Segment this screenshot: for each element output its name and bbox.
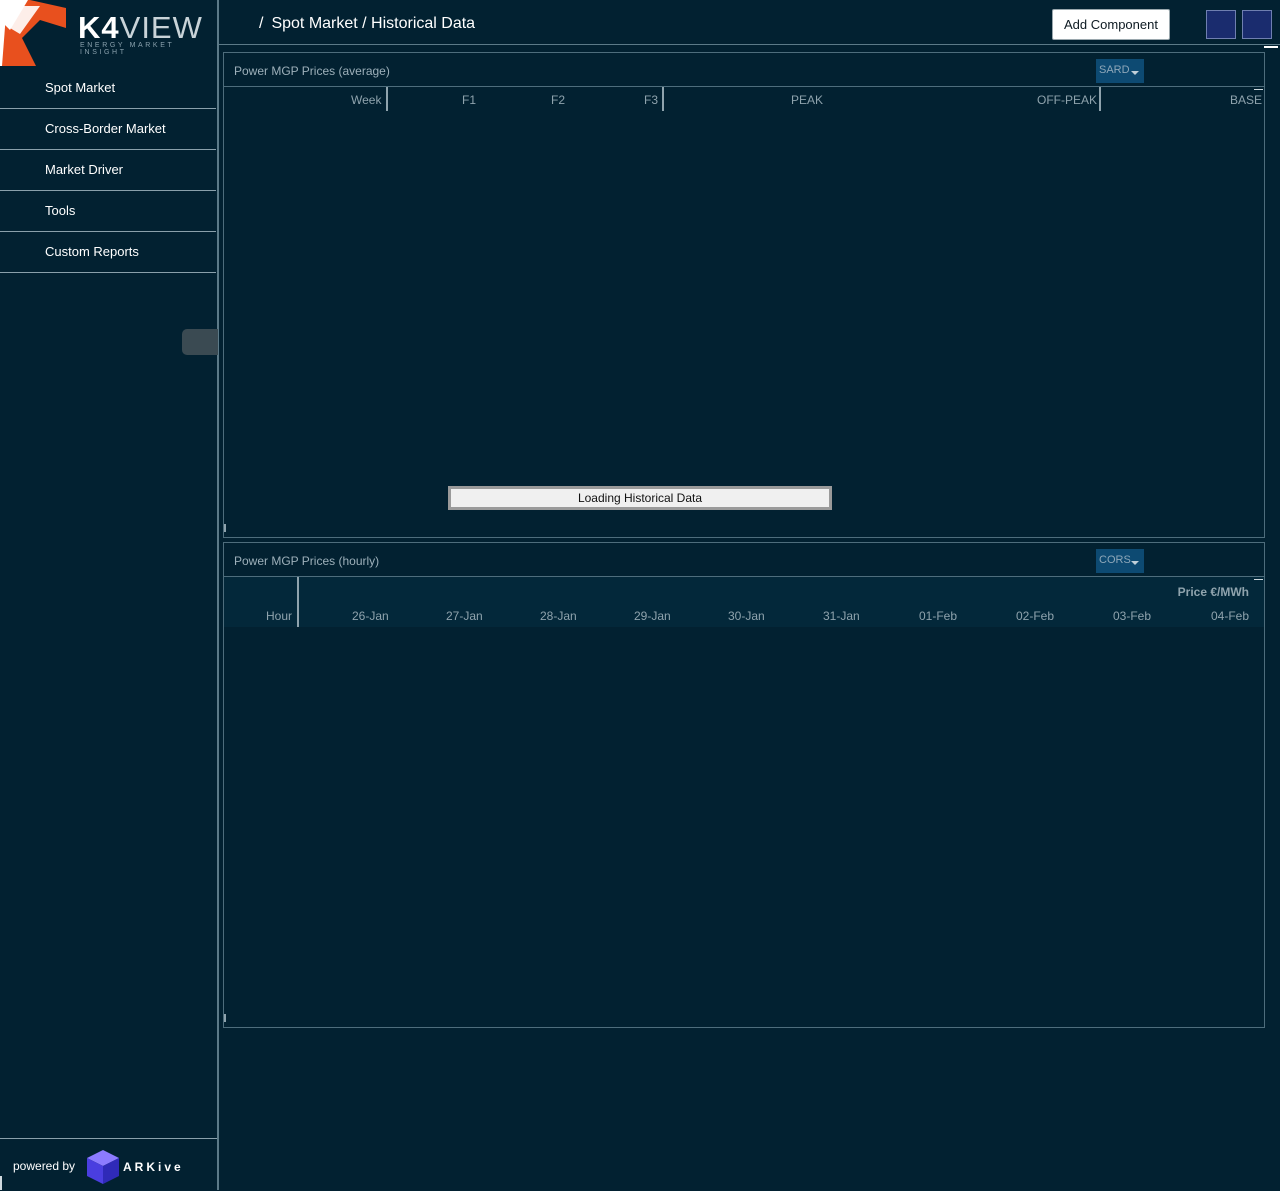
resize-handle[interactable] xyxy=(224,1014,226,1022)
layout-button-2[interactable] xyxy=(1242,10,1272,39)
date-header: 03-Feb xyxy=(1113,609,1152,623)
sidebar-item-spot-market[interactable]: Spot Market xyxy=(0,68,216,109)
sidebar-nav: Spot Market Cross-Border Market Market D… xyxy=(0,68,216,273)
date-header: 30-Jan xyxy=(728,609,765,623)
price-unit-label: Price €/MWh xyxy=(1177,585,1249,599)
column-separator xyxy=(297,577,299,627)
chevron-down-icon xyxy=(1131,71,1139,75)
layout-button-1[interactable] xyxy=(1206,10,1236,39)
sidebar: K4VIEW ENERGY MARKET INSIGHT Spot Market… xyxy=(0,0,219,1190)
sidebar-item-custom-reports[interactable]: Custom Reports xyxy=(0,232,216,273)
panel-hourly-prices: Power MGP Prices (hourly) CORS Price €/M… xyxy=(223,542,1265,1028)
column-separator xyxy=(386,87,388,111)
column-header-peak: PEAK xyxy=(791,93,824,107)
zone-select-hourly-value: CORS xyxy=(1099,554,1131,566)
sidebar-item-tools[interactable]: Tools xyxy=(0,191,216,232)
date-header: 28-Jan xyxy=(540,609,577,623)
row-header-hour: Hour xyxy=(266,609,293,623)
powered-by-footer: powered by ARKive xyxy=(0,1138,217,1191)
panel-minimize-icon[interactable] xyxy=(1254,89,1263,90)
zone-select-average[interactable]: SARD xyxy=(1096,59,1144,83)
k4view-logo[interactable]: K4VIEW ENERGY MARKET INSIGHT xyxy=(0,0,217,66)
corner-marker xyxy=(0,1176,2,1190)
date-header: 29-Jan xyxy=(634,609,671,623)
column-header-f2: F2 xyxy=(551,93,566,107)
top-header: / Spot Market / Historical Data Add Compo… xyxy=(219,0,1280,45)
breadcrumb-path[interactable]: Spot Market / Historical Data xyxy=(271,15,475,32)
loading-indicator: Loading Historical Data xyxy=(448,486,832,510)
panel-average-prices: Power MGP Prices (average) SARD Week F1 … xyxy=(223,52,1265,538)
breadcrumb-separator: / xyxy=(259,15,264,32)
logo-wordmark: K4VIEW xyxy=(78,10,203,45)
sidebar-collapse-handle[interactable] xyxy=(182,329,218,355)
zone-select-average-value: SARD xyxy=(1099,64,1130,76)
k4view-logo-mark xyxy=(0,0,66,66)
column-header-week: Week xyxy=(351,93,382,107)
panel-minimize-icon[interactable] xyxy=(1254,579,1263,580)
date-header: 04-Feb xyxy=(1211,609,1250,623)
powered-by-label: powered by xyxy=(13,1159,76,1173)
zone-select-hourly[interactable]: CORS xyxy=(1096,549,1144,573)
breadcrumb: / Spot Market / Historical Data xyxy=(259,15,475,33)
arkive-cube-icon xyxy=(87,1150,119,1184)
panel-average-header: Power MGP Prices (average) SARD xyxy=(224,53,1264,87)
scroll-indicator xyxy=(1264,46,1278,48)
hourly-table-header: Price €/MWh Hour 26-Jan 27-Jan 28-Jan 29… xyxy=(224,577,1264,627)
panel-average-title: Power MGP Prices (average) xyxy=(234,64,390,78)
date-header: 01-Feb xyxy=(919,609,958,623)
resize-handle[interactable] xyxy=(224,524,226,532)
panel-hourly-header: Power MGP Prices (hourly) CORS xyxy=(224,543,1264,577)
sidebar-item-market-driver[interactable]: Market Driver xyxy=(0,150,216,191)
date-header: 31-Jan xyxy=(823,609,860,623)
add-component-button[interactable]: Add Component xyxy=(1052,9,1170,40)
column-header-base: BASE xyxy=(1230,93,1263,107)
chevron-down-icon xyxy=(1131,561,1139,565)
column-separator xyxy=(1099,87,1101,111)
date-header: 26-Jan xyxy=(352,609,389,623)
column-header-f1: F1 xyxy=(462,93,477,107)
panel-hourly-title: Power MGP Prices (hourly) xyxy=(234,554,380,568)
date-header: 02-Feb xyxy=(1016,609,1055,623)
column-header-f3: F3 xyxy=(644,93,659,107)
date-header: 27-Jan xyxy=(446,609,483,623)
column-separator xyxy=(662,87,664,111)
sidebar-item-cross-border-market[interactable]: Cross-Border Market xyxy=(0,109,216,150)
logo-tagline: ENERGY MARKET INSIGHT xyxy=(80,42,175,56)
arkive-logo-text: ARKive xyxy=(123,1160,184,1174)
column-header-off-peak: OFF-PEAK xyxy=(1037,93,1098,107)
